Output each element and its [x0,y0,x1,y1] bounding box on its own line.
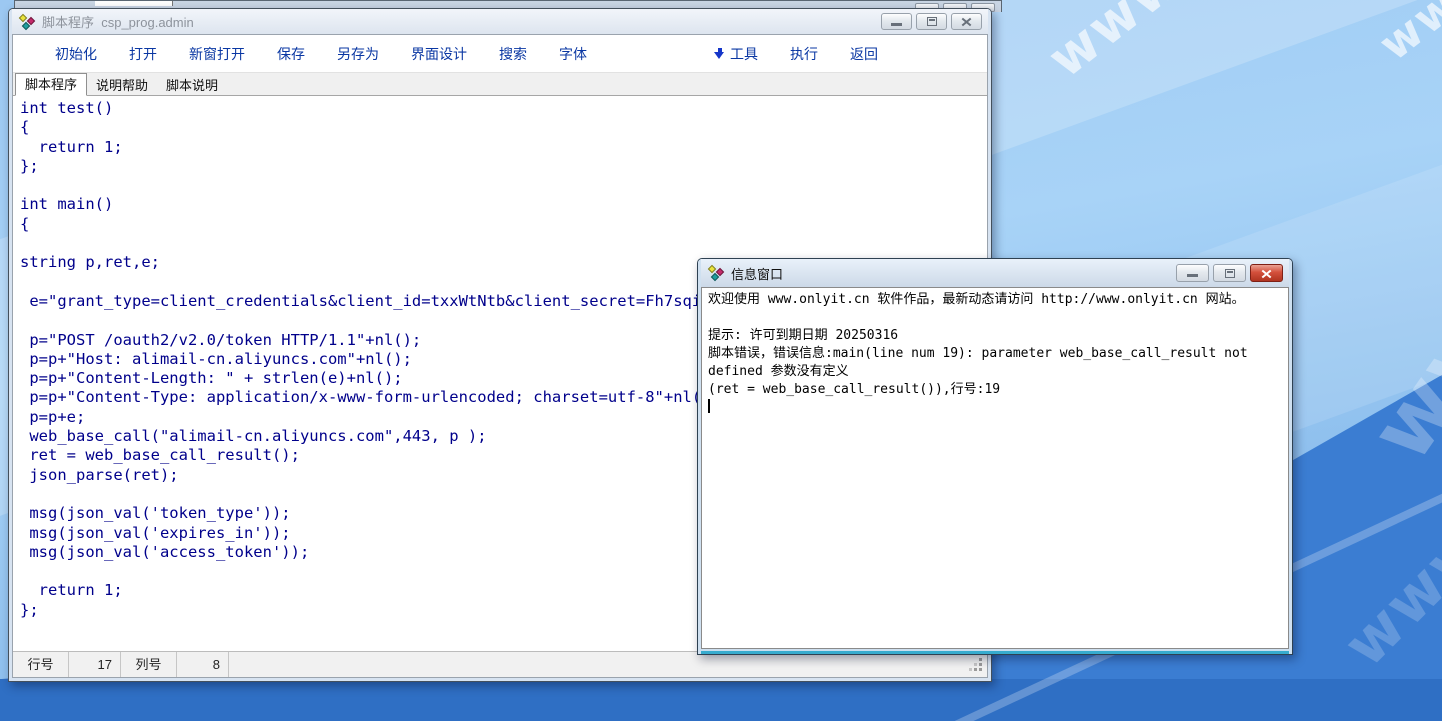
toolbar-button-label: 返回 [850,44,878,64]
wallpaper-bottom-band [0,679,1442,721]
message-line: 欢迎使用 www.onlyit.cn 软件作品，最新动态请访问 http://w… [708,291,1282,309]
message-line: 脚本错误，错误信息:main(line num 19): parameter w… [708,345,1282,381]
resize-grip[interactable] [979,668,982,671]
minimize-button[interactable] [881,13,912,30]
tab[interactable]: 脚本说明 [157,75,227,96]
info-window-title: 信息窗口 [731,264,783,283]
code-line: { [20,215,987,234]
app-icon [708,265,725,281]
tab[interactable]: 脚本程序 [15,73,87,96]
code-line: int main() [20,195,987,214]
toolbar-button-label: 工具 [730,44,758,64]
restore-icon [927,17,937,26]
code-line: int test() [20,99,987,118]
info-restore-button[interactable] [1213,264,1246,282]
toolbar-button[interactable]: 另存为 [321,35,395,72]
close-button[interactable] [951,13,982,30]
background-window-fragment [95,1,173,6]
toolbar-button-label: 界面设计 [411,44,467,64]
toolbar-button[interactable]: 字体 [543,35,603,72]
info-minimize-button[interactable] [1176,264,1209,282]
message-line: (ret = web_base_call_result()),行号:19 [708,381,1282,399]
close-icon [961,17,972,26]
message-line: 提示: 许可到期日期 20250316 [708,327,1282,345]
toolbar-button-label: 新窗打开 [189,44,245,64]
toolbar-button-label: 打开 [129,44,157,64]
toolbar-button-label: 执行 [790,44,818,64]
status-cell: 8 [177,652,229,677]
code-line: { [20,118,987,137]
tab-bar: 脚本程序 说明帮助 脚本说明 [13,72,987,96]
info-window: 信息窗口 欢迎使用 www.onlyit.cn 软件作品，最新动态请访问 htt… [697,258,1293,655]
toolbar-button[interactable]: 搜索 [483,35,543,72]
main-titlebar[interactable]: 脚本程序 csp_prog.admin [12,9,988,34]
toolbar-button[interactable]: 保存 [261,35,321,72]
toolbar: 初始化 打开 新窗打开 保存 [13,35,987,72]
toolbar-button-label: 另存为 [337,44,379,64]
restore-button[interactable] [916,13,947,30]
toolbar-button[interactable]: 返回 [834,35,894,72]
code-line: }; [20,157,987,176]
toolbar-button[interactable]: 打开 [113,35,173,72]
minimize-icon [891,23,902,26]
toolbar-button[interactable]: 新窗打开 [173,35,261,72]
toolbar-button[interactable]: 初始化 [39,35,113,72]
text-caret [708,399,710,413]
restore-icon [1225,269,1235,278]
down-arrow-icon [714,47,725,60]
info-titlebar[interactable]: 信息窗口 [701,259,1289,287]
tab-label: 说明帮助 [96,78,148,93]
toolbar-button-label: 保存 [277,44,305,64]
info-close-button[interactable] [1250,264,1283,282]
window-title: 脚本程序 csp_prog.admin [42,12,194,31]
code-line [20,234,987,253]
tab-label: 脚本程序 [25,77,77,92]
toolbar-button-label: 初始化 [55,44,97,64]
toolbar-button[interactable]: 界面设计 [395,35,483,72]
tab[interactable]: 说明帮助 [87,75,157,96]
toolbar-button[interactable]: 执行 [774,35,834,72]
close-icon [1261,269,1272,278]
toolbar-button[interactable]: 工具 [698,35,774,72]
status-cell: 行号 [13,652,69,677]
status-cell: 17 [69,652,121,677]
message-line [708,309,1282,327]
toolbar-button-label: 字体 [559,44,587,64]
message-output[interactable]: 欢迎使用 www.onlyit.cn 软件作品，最新动态请访问 http://w… [701,287,1289,649]
toolbar-button-label: 搜索 [499,44,527,64]
status-cell: 列号 [121,652,177,677]
code-line [20,176,987,195]
tab-label: 脚本说明 [166,78,218,93]
app-icon [19,14,36,30]
code-line: return 1; [20,138,987,157]
info-window-bottom-frame [701,649,1289,654]
minimize-icon [1187,274,1198,277]
